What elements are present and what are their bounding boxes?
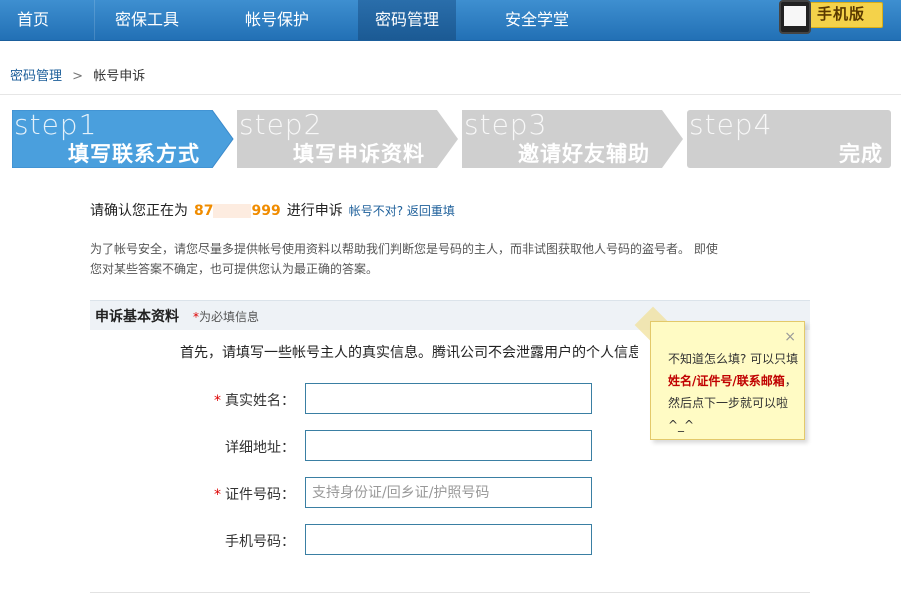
step-1-title: 填写联系方式 [68, 142, 200, 166]
wrong-account-link[interactable]: 帐号不对? 返回重填 [349, 204, 455, 218]
confirm-suffix: 进行申诉 [286, 203, 343, 219]
breadcrumb-separator: > [72, 69, 84, 84]
nav-item-account-protection[interactable]: 帐号保护 [226, 0, 328, 40]
required-note: *为必填信息 [193, 310, 260, 324]
account-redaction [213, 204, 252, 218]
nav-separator [94, 0, 95, 40]
breadcrumb: 密码管理 > 帐号申诉 [10, 65, 145, 84]
security-notice: 为了帐号安全，请您尽量多提供帐号使用资料以帮助我们判断您是号码的主人，而非试图获… [90, 242, 718, 276]
step-1: step1 填写联系方式 [12, 108, 234, 168]
step-4-title: 完成 [839, 142, 883, 166]
step-2-title: 填写申诉资料 [293, 142, 425, 166]
divider [90, 592, 810, 593]
top-nav: 首页 密保工具 帐号保护 密码管理 安全学堂 手机版 [0, 0, 901, 41]
nav-item-home[interactable]: 首页 [0, 0, 66, 40]
account-number: 87 999 [194, 203, 281, 219]
step-2: step2 填写申诉资料 [237, 108, 459, 168]
id-number-label: * 证件号码： [214, 487, 295, 503]
form-row-id-number: * 证件号码： [0, 477, 640, 509]
real-name-input[interactable] [305, 383, 592, 414]
nav-item-password-management[interactable]: 密码管理 [358, 0, 456, 40]
breadcrumb-parent-link[interactable]: 密码管理 [10, 69, 62, 84]
section-title: 申诉基本资料 [95, 309, 179, 325]
nav-item-security-tools[interactable]: 密保工具 [96, 0, 198, 40]
phone-input[interactable] [305, 524, 592, 555]
close-icon[interactable]: × [784, 329, 796, 345]
tooltip-text: 不知道怎么填? 可以只填姓名/证件号/联系邮箱，然后点下一步就可以啦^_^ [668, 352, 799, 432]
form-row-phone: 手机号码： [0, 524, 640, 556]
step-3-title: 邀请好友辅助 [518, 142, 650, 166]
step-4: step4 完成 [687, 108, 891, 168]
step-2-number: step2 [239, 108, 323, 141]
account-confirmation: 请确认您正在为 87 999 进行申诉 帐号不对? 返回重填 [90, 200, 455, 220]
address-input[interactable] [305, 430, 592, 461]
mobile-version-button[interactable]: 手机版 [765, 0, 890, 34]
section-intro: 首先，请填写一些帐号主人的真实信息。腾讯公司不会泄露用户的个人信息 [180, 345, 638, 361]
address-label: 详细地址： [225, 440, 295, 456]
step-3-number: step3 [464, 108, 548, 141]
phone-icon [779, 0, 811, 34]
help-tooltip: × 不知道怎么填? 可以只填姓名/证件号/联系邮箱，然后点下一步就可以啦^_^ [650, 321, 805, 440]
id-number-input[interactable] [305, 477, 592, 508]
form-row-real-name: * 真实姓名： [0, 383, 640, 415]
divider [0, 94, 901, 95]
tooltip-highlight: 姓名/证件号/联系邮箱 [668, 374, 785, 388]
step-4-number: step4 [689, 108, 773, 141]
step-1-number: step1 [14, 108, 98, 141]
step-3: step3 邀请好友辅助 [462, 108, 684, 168]
phone-label: 手机号码： [225, 534, 295, 550]
confirm-prefix: 请确认您正在为 [90, 203, 188, 219]
form-row-address: 详细地址： [0, 430, 640, 462]
nav-item-security-school[interactable]: 安全学堂 [486, 0, 588, 40]
real-name-label: * 真实姓名： [214, 393, 295, 409]
mobile-version-label: 手机版 [817, 5, 866, 23]
breadcrumb-current: 帐号申诉 [93, 69, 146, 84]
